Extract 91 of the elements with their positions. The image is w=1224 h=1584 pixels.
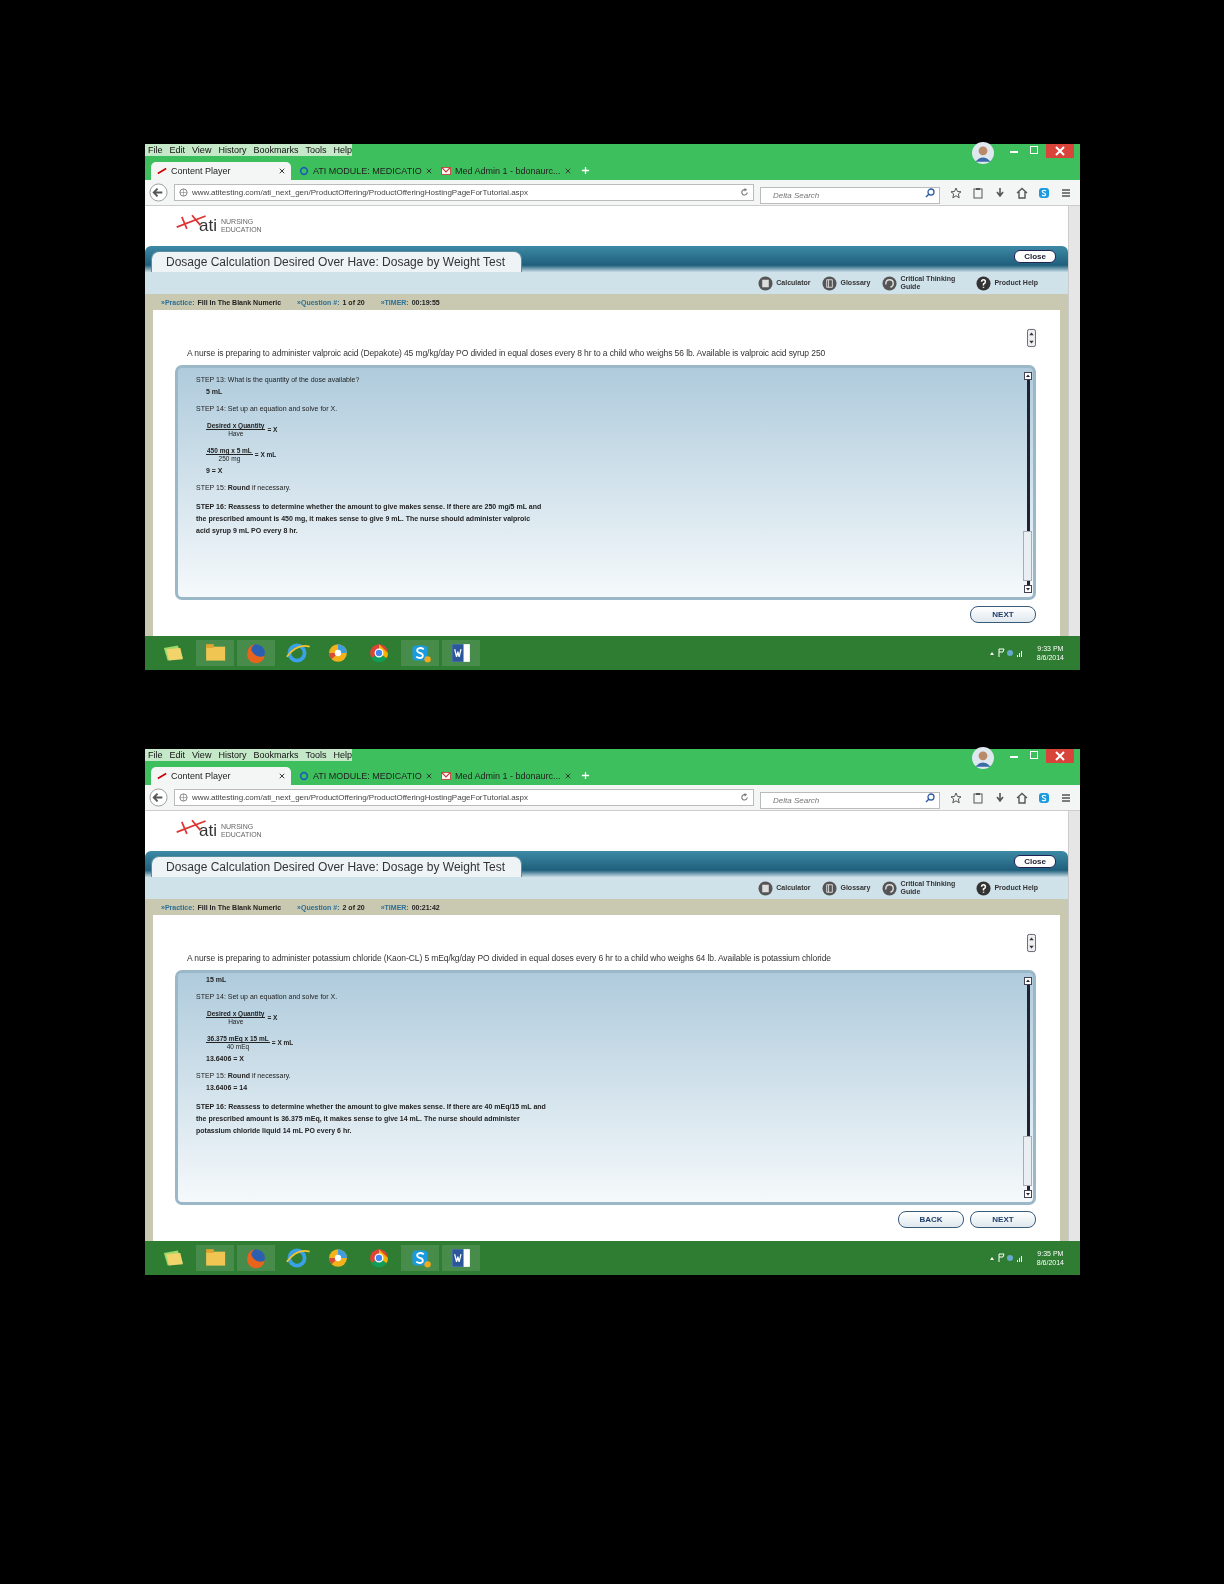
search-field[interactable]: Delta Search [760,187,940,204]
menu-icon[interactable] [1060,186,1072,199]
menu-item[interactable]: File [148,144,163,156]
star-icon[interactable] [950,186,962,199]
mail-icon [441,166,451,176]
page-title: Dosage Calculation Desired Over Have: Dosage by Weight Test [151,251,523,272]
menu-item[interactable]: Edit [169,144,186,156]
menu-item[interactable]: Tools [305,749,327,761]
close-button[interactable]: Close [1014,250,1056,263]
folder-icon[interactable] [196,1245,234,1271]
reload-icon[interactable] [740,188,749,197]
reload-icon[interactable] [740,793,749,802]
browser-tab[interactable]: Med Admin 1 - bdonaurc... [435,162,575,180]
browser-tab[interactable]: Content Player [151,162,291,180]
favicon-icon [157,166,167,176]
back-button[interactable] [149,788,168,807]
book-icon[interactable] [822,275,838,291]
book-icon[interactable] [822,880,838,896]
scroll-thumb[interactable] [1023,531,1032,581]
close-tab-icon[interactable] [564,773,571,779]
scroll-up-icon[interactable] [1024,977,1032,985]
page-title: Dosage Calculation Desired Over Have: Dosage by Weight Test [151,856,523,877]
close-icon[interactable] [1046,749,1074,763]
menu-item[interactable]: File [148,749,163,761]
menu-item[interactable]: History [218,749,247,761]
globe-icon [179,793,188,802]
menu-icon[interactable] [1060,791,1072,804]
skype-icon[interactable] [1038,186,1050,199]
skype-icon[interactable] [1038,791,1050,804]
close-button[interactable]: Close [1014,855,1056,868]
search-icon[interactable] [925,793,935,803]
browser-tab[interactable]: Content Player [151,767,291,785]
search-icon[interactable] [925,188,935,198]
question-text: A nurse is preparing to administer valproic acid (Depakote) 45 mg/kg/day PO divided in equal doses every 8 hr to a child who weighs 56 lb. Available is valproic acid syrup 250 [187,348,826,358]
page-scrollbar[interactable] [1068,811,1080,1241]
home-icon[interactable] [1016,791,1028,804]
calculator-icon[interactable] [758,880,774,896]
menu-item[interactable]: History [218,144,247,156]
nav-button[interactable]: BACK [898,1211,964,1228]
skype-app-icon[interactable] [401,1245,439,1271]
help-icon[interactable] [976,275,992,291]
clipboard-icon[interactable] [972,186,984,199]
folder-icon[interactable] [196,640,234,666]
clipboard-icon[interactable] [972,791,984,804]
browser-tab[interactable]: Med Admin 1 - bdonaurc... [435,767,575,785]
menu-item[interactable]: Bookmarks [253,749,299,761]
menu-item[interactable]: Help [333,749,352,761]
browser-tab[interactable]: ATI MODULE: MEDICATIO [293,767,433,785]
close-tab-icon[interactable] [425,168,432,174]
scroll-arrows-icon[interactable] [1027,933,1036,953]
scroll-arrows-icon[interactable] [1027,328,1036,348]
globe-icon [179,188,188,197]
close-tab-icon[interactable] [279,773,285,779]
calculator-icon[interactable] [758,275,774,291]
scroll-down-icon[interactable] [1024,585,1032,593]
mail-icon [441,771,451,781]
skype-app-icon[interactable] [401,640,439,666]
word-app-icon[interactable] [442,640,480,666]
menu-item[interactable]: Tools [305,144,327,156]
address-field[interactable]: www.atitesting.com/ati_next_gen/ProductOffering/ProductOfferingHostingPageForTutorial.aspx [174,184,754,201]
word-app-icon[interactable] [442,1245,480,1271]
close-tab-icon[interactable] [564,168,571,174]
search-field[interactable]: Delta Search [760,792,940,809]
logo-text: ati [199,216,217,236]
menu-item[interactable]: Help [333,144,352,156]
favicon-icon [157,771,167,781]
menu-item[interactable]: View [192,749,212,761]
nav-button[interactable]: NEXT [970,1211,1036,1228]
scroll-down-icon[interactable] [1024,1190,1032,1198]
close-icon[interactable] [1046,144,1074,158]
close-tab-icon[interactable] [425,773,432,779]
star-icon[interactable] [950,791,962,804]
back-button[interactable] [149,183,168,202]
page-scrollbar[interactable] [1068,206,1080,636]
nav-button[interactable]: NEXT [970,606,1036,623]
menu-item[interactable]: Bookmarks [253,144,299,156]
scroll-up-icon[interactable] [1024,372,1032,380]
question-text: A nurse is preparing to administer potassium chloride (Kaon-CL) 5 mEq/kg/day PO divided in equal doses every 6 hr to a child who weighs 64 lb. Available is potassium chloride [187,953,831,963]
download-icon[interactable] [994,791,1006,804]
home-icon[interactable] [1016,186,1028,199]
logo-text: ati [199,821,217,841]
browser-tab[interactable]: ATI MODULE: MEDICATIO [293,162,433,180]
favicon-icon [299,166,309,176]
help-icon[interactable] [976,880,992,896]
menu-item[interactable]: View [192,144,212,156]
address-field[interactable]: www.atitesting.com/ati_next_gen/ProductOffering/ProductOfferingHostingPageForTutorial.aspx [174,789,754,806]
scroll-thumb[interactable] [1023,1136,1032,1186]
close-tab-icon[interactable] [279,168,285,174]
download-icon[interactable] [994,186,1006,199]
menu-item[interactable]: Edit [169,749,186,761]
favicon-icon [299,771,309,781]
